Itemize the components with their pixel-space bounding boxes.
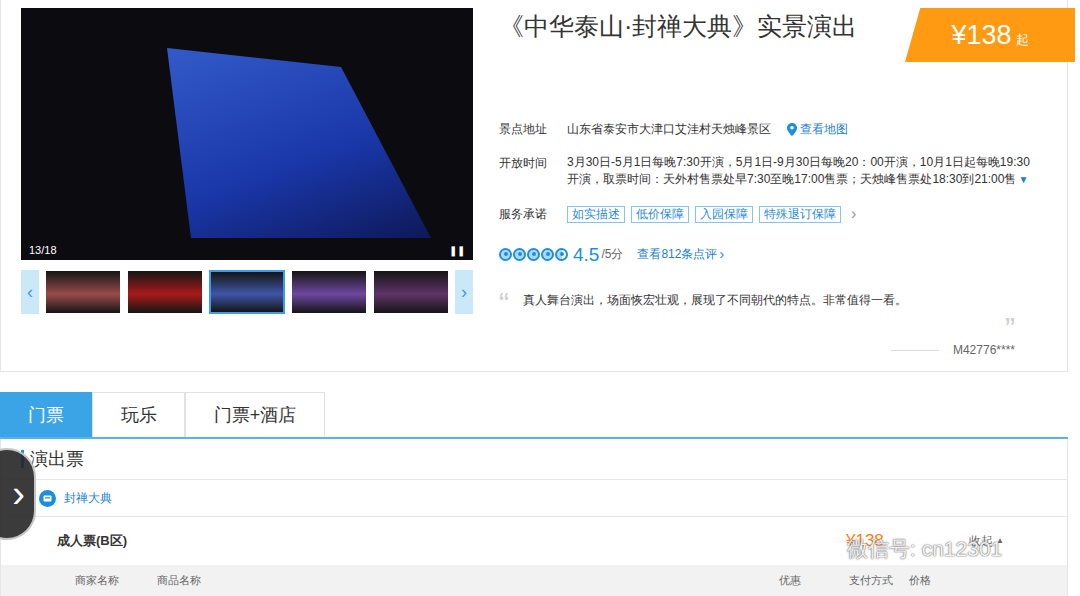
thumbnail-image bbox=[46, 271, 120, 313]
thumbnail[interactable] bbox=[127, 270, 203, 314]
hours-line: 3月30日-5月1日每晚7:30开演，5月1日-9月30日每晚20：00开演，1… bbox=[567, 154, 1030, 171]
author-line bbox=[891, 350, 939, 351]
product-title: 《中华泰山·封禅大典》实景演出 bbox=[499, 10, 869, 74]
review-author-row: M42776**** bbox=[891, 341, 1015, 359]
column-header: 商家名称 bbox=[75, 572, 157, 589]
rating-circle-icon bbox=[541, 248, 554, 261]
next-button[interactable]: › bbox=[455, 270, 473, 314]
collapse-toggle[interactable]: 收起 bbox=[969, 532, 993, 550]
review-block: “真人舞台演出，场面恢宏壮观，展现了不同朝代的特点。非常值得一看。”M42776… bbox=[499, 291, 1067, 359]
rating-dot bbox=[546, 252, 550, 256]
ticket-panel: 演出票封禅大典成人票(B区)¥138收起▲商家名称商品名称优惠支付方式价格 bbox=[0, 439, 1068, 596]
category-row: 封禅大典 bbox=[1, 480, 1067, 517]
service-tag[interactable]: 如实描述 bbox=[567, 206, 625, 223]
hours-text: 3月30日-5月1日每晚7:30开演，5月1日-9月30日每晚20：00开演，1… bbox=[567, 154, 1030, 171]
rating-circle-icon bbox=[499, 248, 512, 261]
main-photo: 13/18 ❚❚ bbox=[21, 8, 473, 260]
info-label: 景点地址 bbox=[499, 120, 567, 138]
map-pin-icon bbox=[787, 123, 797, 136]
close-quote-icon: ” bbox=[1005, 317, 1015, 339]
product-card: 13/18❚❚‹›《中华泰山·封禅大典》实景演出景点地址山东省泰安市大津口艾洼村… bbox=[0, 0, 1068, 372]
watermark: 微信号: cn12301 bbox=[815, 533, 1002, 565]
side-nav-button[interactable]: › bbox=[0, 448, 36, 540]
tab[interactable]: 门票+酒店 bbox=[185, 392, 325, 437]
photo-bar: 13/18 ❚❚ bbox=[21, 240, 473, 260]
rating-circle-icon bbox=[555, 248, 568, 261]
reviews-icon[interactable]: › bbox=[719, 247, 724, 261]
service-tag[interactable]: 特殊退订保障 bbox=[759, 206, 841, 223]
ticket-icon bbox=[39, 490, 56, 507]
thumbnail[interactable] bbox=[373, 270, 449, 314]
review-author: M42776**** bbox=[953, 341, 1015, 359]
tab[interactable]: 玩乐 bbox=[92, 392, 185, 437]
thumbnail-image bbox=[211, 272, 283, 312]
thumbnail-strip: ‹› bbox=[21, 270, 473, 314]
stage-light bbox=[131, 48, 431, 238]
thumbnail[interactable] bbox=[291, 270, 367, 314]
thumbnail-image bbox=[128, 271, 202, 313]
hours-line: 开演，取票时间：天外村售票处早7:30至晚17:00售票；天烛峰售票处18:30… bbox=[567, 171, 1030, 188]
reviews-link[interactable]: 查看812条点评 bbox=[637, 245, 717, 263]
address-value: 山东省泰安市大津口艾洼村天烛峰景区 bbox=[567, 120, 771, 138]
column-header: 支付方式 bbox=[849, 572, 909, 589]
rating-dot bbox=[532, 252, 536, 256]
photo-counter: 13/18 bbox=[29, 242, 57, 259]
more-icon[interactable]: › bbox=[851, 206, 856, 222]
thumbnail[interactable] bbox=[209, 270, 285, 314]
ticket-price: ¥138 bbox=[846, 528, 969, 554]
service-tags: 如实描述低价保障入园保障特殊退订保障 bbox=[567, 206, 841, 223]
column-header: 商品名称 bbox=[157, 572, 779, 589]
price-badge: ¥138 起 bbox=[905, 8, 1075, 62]
category-name[interactable]: 封禅大典 bbox=[64, 489, 112, 507]
service-tag[interactable]: 入园保障 bbox=[695, 206, 753, 223]
rating-scale: /5分 bbox=[601, 245, 623, 263]
rating-circle-icon bbox=[513, 248, 526, 261]
address-row: 景点地址山东省泰安市大津口艾洼村天烛峰景区 查看地图 bbox=[499, 120, 1067, 138]
column-header: 价格 bbox=[909, 572, 1029, 589]
gallery: 13/18❚❚‹› bbox=[1, 0, 473, 371]
ticket-row: 成人票(B区)¥138收起▲ bbox=[1, 517, 1067, 565]
hours-row: 开放时间3月30日-5月1日每晚7:30开演，5月1日-9月30日每晚20：00… bbox=[499, 154, 1067, 188]
table-header: 商家名称商品名称优惠支付方式价格 bbox=[1, 565, 1067, 596]
service-tag[interactable]: 低价保障 bbox=[631, 206, 689, 223]
map-link[interactable]: 查看地图 bbox=[800, 120, 848, 138]
rating-dot bbox=[518, 252, 522, 256]
open-quote-icon: “ bbox=[499, 291, 523, 315]
review-line: “真人舞台演出，场面恢宏壮观，展现了不同朝代的特点。非常值得一看。 bbox=[499, 291, 1015, 315]
expand-icon[interactable]: ▼ bbox=[1018, 171, 1028, 188]
info-label: 服务承诺 bbox=[499, 205, 567, 223]
collapse-icon[interactable]: ▲ bbox=[996, 535, 1004, 547]
info-label: 开放时间 bbox=[499, 154, 567, 172]
services-row: 服务承诺如实描述低价保障入园保障特殊退订保障 › bbox=[499, 205, 1067, 223]
price-amount: ¥138 bbox=[951, 22, 1011, 49]
watermark-text: 微信号: cn12301 bbox=[847, 533, 1002, 565]
price-suffix: 起 bbox=[1016, 33, 1029, 46]
thumbnail[interactable] bbox=[45, 270, 121, 314]
section-title: 演出票 bbox=[30, 446, 84, 473]
thumbnail-image bbox=[292, 271, 366, 313]
rating-dot bbox=[560, 252, 564, 256]
rating-row: 4.5/5分查看812条点评› bbox=[499, 243, 1067, 265]
prev-button[interactable]: ‹ bbox=[21, 270, 39, 314]
rating-circle-icon bbox=[527, 248, 540, 261]
section-header: 演出票 bbox=[1, 439, 1067, 480]
hours-value: 3月30日-5月1日每晚7:30开演，5月1日-9月30日每晚20：00开演，1… bbox=[567, 154, 1030, 188]
rating-circles bbox=[499, 248, 568, 261]
pause-icon[interactable]: ❚❚ bbox=[449, 243, 465, 258]
rating-score: 4.5 bbox=[573, 245, 599, 264]
tab-bar: 门票玩乐门票+酒店 bbox=[0, 392, 1068, 439]
hours-text: 开演，取票时间：天外村售票处早7:30至晚17:00售票；天烛峰售票处18:30… bbox=[567, 171, 1016, 188]
rating-dot bbox=[504, 252, 508, 256]
thumbnail-image bbox=[374, 271, 448, 313]
ticket-name: 成人票(B区) bbox=[57, 531, 846, 551]
review-text: 真人舞台演出，场面恢宏壮观，展现了不同朝代的特点。非常值得一看。 bbox=[523, 291, 907, 309]
tab[interactable]: 门票 bbox=[0, 392, 92, 437]
column-header: 优惠 bbox=[779, 572, 849, 589]
